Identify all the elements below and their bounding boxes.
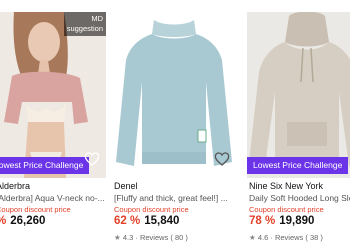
product-card-2[interactable]: Denel [Fluffy and thick, great feel!] ..… (112, 0, 236, 250)
price-row: 78 % 19,890 (249, 215, 314, 227)
product-brand[interactable]: Nine Six New York (249, 181, 323, 191)
product-title[interactable]: Daily Soft Hooded Long Sleeve (249, 193, 350, 203)
coupon-label: Coupon discount price (114, 205, 189, 214)
product-image[interactable]: MD suggestion Lowest Price Challenge (0, 12, 106, 178)
rating: ★ 4.3 · Reviews ( 80 ) (114, 233, 188, 242)
product-title[interactable]: [Alderbra] Aqua V-neck no-... (0, 193, 106, 203)
heart-icon[interactable] (84, 151, 100, 167)
rating: ★ 4.6 · Reviews ( 38 ) (249, 233, 323, 242)
md-tag-text: MD (91, 14, 103, 23)
star-icon: ★ (114, 233, 121, 242)
discount-rate: 62 % (114, 215, 141, 227)
discount-rate: 78 % (249, 215, 276, 227)
heart-icon[interactable] (214, 151, 230, 167)
review-count[interactable]: Reviews ( 38 ) (275, 233, 323, 242)
product-title[interactable]: [Fluffy and thick, great feel!] ... (114, 193, 236, 203)
product-price: 15,840 (144, 215, 180, 227)
product-brand[interactable]: Denel (114, 181, 138, 191)
coupon-label: Coupon discount price (249, 205, 324, 214)
product-card-1[interactable]: MD suggestion Lowest Price Challenge Ald… (0, 0, 106, 250)
price-row: % 26,260 (0, 215, 45, 227)
lowest-price-badge: Lowest Price Challenge (0, 157, 90, 174)
discount-rate: % (0, 215, 6, 227)
rating-value: 4.3 (122, 233, 134, 242)
hoodie-photo (247, 12, 350, 178)
md-tag-sub: suggestion (66, 24, 103, 33)
product-price: 26,260 (10, 215, 46, 227)
lowest-price-badge: Lowest Price Challenge (247, 157, 349, 174)
product-image[interactable] (112, 12, 236, 178)
price-row: 62 % 15,840 (114, 215, 179, 227)
product-price: 19,890 (279, 215, 315, 227)
star-icon: ★ (249, 233, 256, 242)
product-brand[interactable]: Alderbra (0, 181, 30, 191)
product-image[interactable]: Lowest Price Challenge (247, 12, 350, 178)
rating-value: 4.6 (257, 233, 269, 242)
product-card-3[interactable]: Lowest Price Challenge Nine Six New York… (247, 0, 350, 250)
md-suggestion-tag: MD suggestion (63, 12, 106, 36)
review-count[interactable]: Reviews ( 80 ) (140, 233, 188, 242)
coupon-label: Coupon discount price (0, 205, 71, 214)
